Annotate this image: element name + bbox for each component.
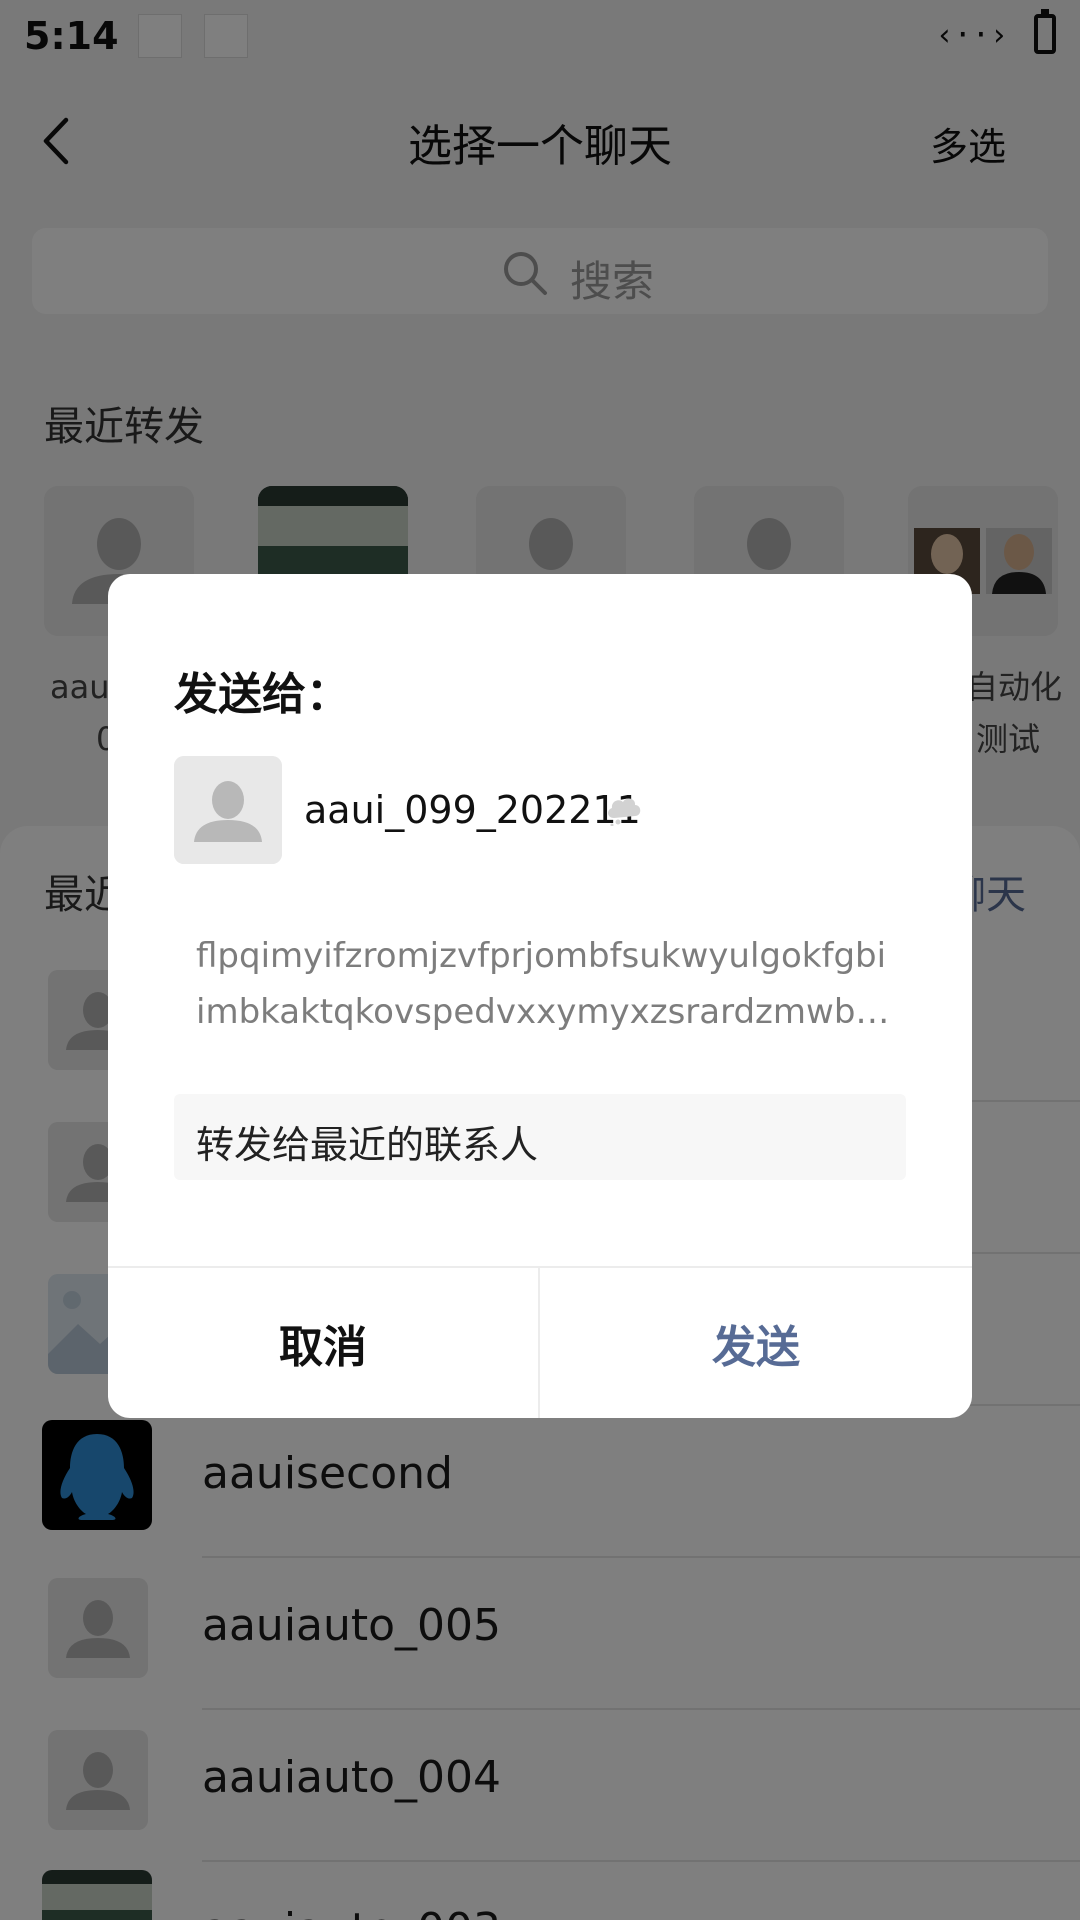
cloud-icon <box>608 798 641 826</box>
message-preview: flpqimyifzromjzvfprjombfsukwyulgokfgbi i… <box>196 936 890 1032</box>
recipient-name: aaui_099_202211 <box>304 788 641 832</box>
dialog-footer: 取消 发送 <box>108 1266 972 1418</box>
leave-message-input[interactable]: 转发给最近的联系人 <box>174 1094 906 1180</box>
person-icon <box>174 756 282 864</box>
recipient-avatar <box>174 756 282 864</box>
send-dialog: 发送给： aaui_099_202211 flpqimyifzromjzvfpr… <box>108 574 972 1418</box>
dialog-title: 发送给： <box>174 669 350 720</box>
send-button[interactable]: 发送 <box>540 1268 972 1418</box>
input-text: 转发给最近的联系人 <box>196 1123 539 1167</box>
cancel-button[interactable]: 取消 <box>108 1268 540 1418</box>
